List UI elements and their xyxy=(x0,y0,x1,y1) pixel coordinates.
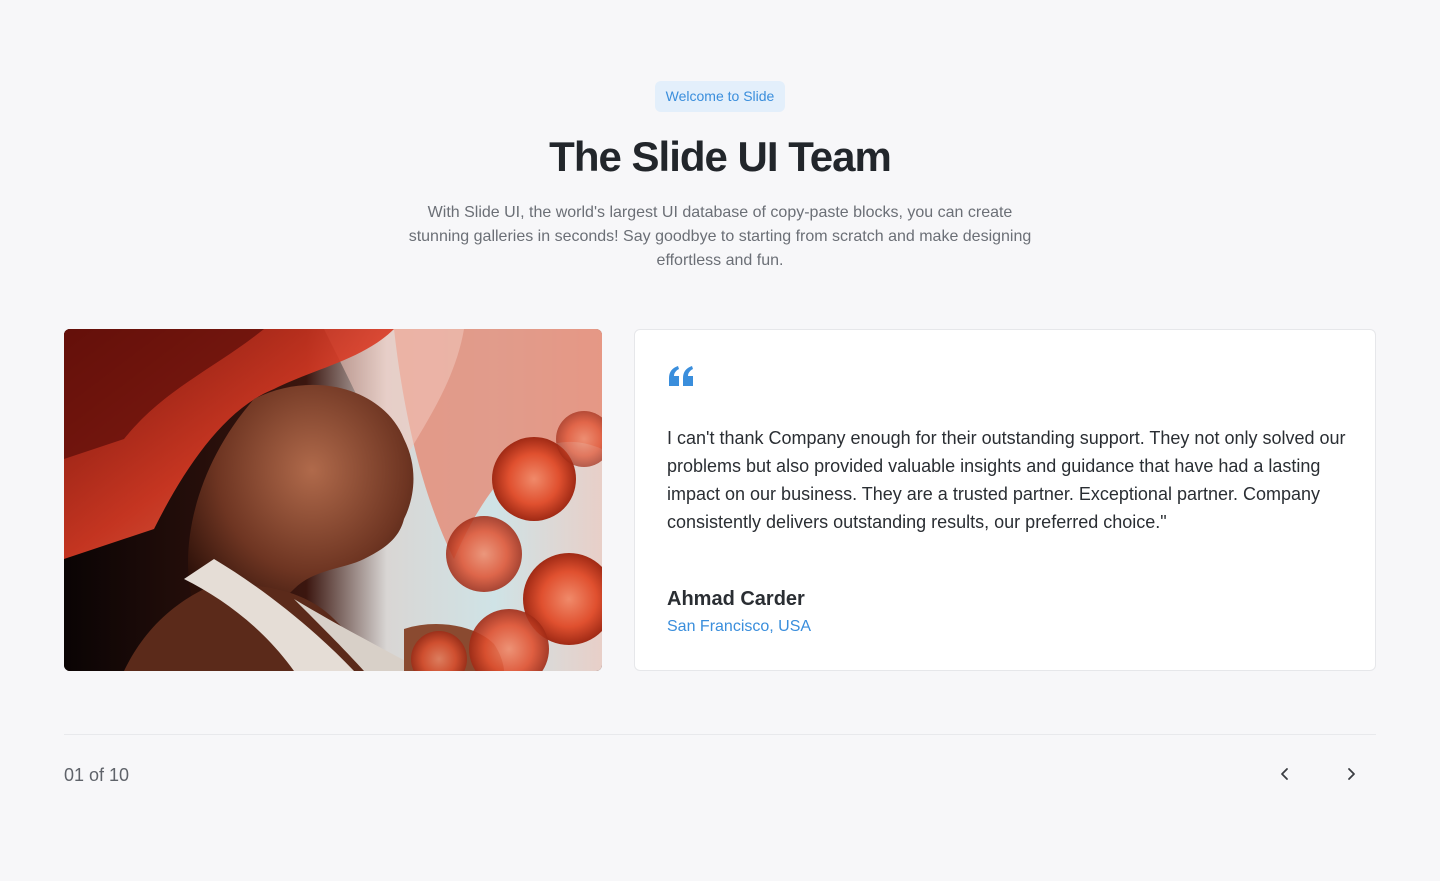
quote-icon xyxy=(668,366,696,388)
page-subtitle: With Slide UI, the world's largest UI da… xyxy=(408,204,1032,269)
testimonial-photo xyxy=(64,329,602,671)
divider xyxy=(64,734,1376,735)
chevron-right-icon xyxy=(1343,766,1359,787)
author-name: Ahmad Carder xyxy=(667,588,805,610)
slide-counter: 01 of 10 xyxy=(64,765,130,785)
prev-button[interactable] xyxy=(1269,760,1301,792)
testimonial-card: I can't thank Company enough for their o… xyxy=(634,329,1376,671)
section-header: Welcome to Slide The Slide UI Team With … xyxy=(0,81,1440,273)
welcome-badge: Welcome to Slide xyxy=(654,81,786,112)
next-button[interactable] xyxy=(1335,760,1367,792)
chevron-left-icon xyxy=(1277,766,1293,787)
page-title: The Slide UI Team xyxy=(549,133,892,180)
testimonial-quote: I can't thank Company enough for their o… xyxy=(667,428,1346,532)
author-location: San Francisco, USA xyxy=(667,618,812,635)
testimonial-section: Welcome to Slide The Slide UI Team With … xyxy=(0,0,1440,881)
